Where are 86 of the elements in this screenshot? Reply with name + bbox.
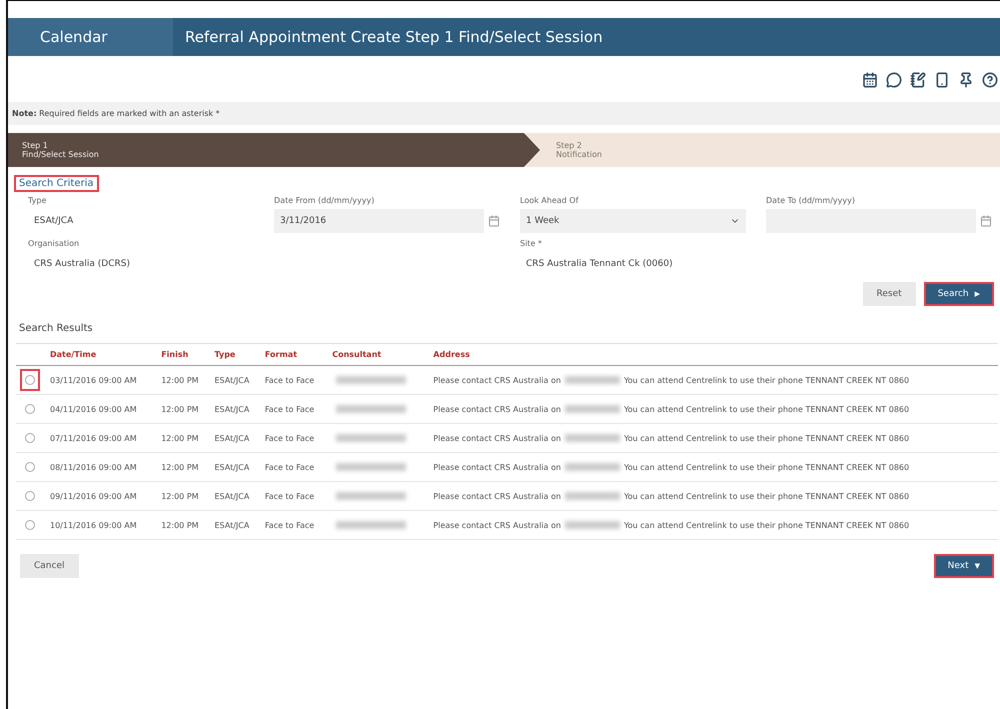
table-cell: Face to Face bbox=[260, 366, 328, 394]
wizard-step: Step 2 Notification bbox=[526, 133, 1000, 167]
address-text: Please contact CRS Australia on bbox=[433, 492, 561, 500]
address-text: You can attend Centrelink to use their phone TENNANT CREEK NT 0860 bbox=[624, 434, 910, 442]
address-text: You can attend Centrelink to use their phone TENNANT CREEK NT 0860 bbox=[624, 376, 910, 384]
help-icon[interactable] bbox=[982, 72, 998, 88]
table-cell: Face to Face bbox=[260, 424, 328, 452]
phone-icon[interactable] bbox=[934, 72, 950, 88]
table-cell: ESAt/JCA bbox=[210, 366, 261, 394]
input-field[interactable]: 3/11/2016 bbox=[274, 209, 484, 233]
radio-button[interactable] bbox=[25, 433, 35, 443]
column-header[interactable]: Consultant bbox=[328, 344, 430, 366]
redacted-text bbox=[336, 521, 406, 530]
app-tab[interactable]: Calendar bbox=[8, 18, 173, 56]
chat-icon[interactable] bbox=[886, 72, 902, 88]
redacted-text bbox=[336, 405, 406, 414]
field-label: Look Ahead Of bbox=[520, 196, 580, 205]
redacted-text bbox=[564, 492, 620, 500]
radio-button[interactable] bbox=[25, 375, 35, 385]
table-cell: Face to Face bbox=[260, 482, 328, 510]
table-cell: 10/11/2016 09:00 AM bbox=[46, 510, 158, 540]
dropdown-field[interactable]: 1 Week bbox=[520, 209, 746, 233]
redacted-text bbox=[336, 463, 406, 472]
table-cell: 12:00 PM bbox=[157, 482, 210, 510]
field-label: Date From (dd/mm/yyyy) bbox=[274, 196, 376, 205]
reset-button[interactable]: Reset bbox=[862, 282, 916, 306]
table-cell: ESAt/JCA bbox=[210, 394, 261, 424]
radio-button[interactable] bbox=[25, 462, 35, 472]
radio-button[interactable] bbox=[25, 404, 35, 414]
table-cell: Face to Face bbox=[260, 452, 328, 482]
radio-button[interactable] bbox=[25, 520, 35, 530]
field-label: Date To (dd/mm/yyyy) bbox=[766, 196, 856, 205]
radio-button[interactable] bbox=[25, 491, 35, 501]
table-cell: Face to Face bbox=[260, 510, 328, 540]
redacted-text bbox=[564, 434, 620, 442]
address-text: Please contact CRS Australia on bbox=[433, 462, 561, 472]
table-cell: ESAt/JCA bbox=[210, 482, 261, 510]
input-field: CRS Australia Tennant Ck (0060) bbox=[520, 252, 992, 276]
calendar-icon[interactable] bbox=[862, 72, 878, 88]
redacted-text bbox=[564, 521, 620, 530]
input-field: ESAt/JCA bbox=[28, 209, 254, 233]
table-cell: ESAt/JCA bbox=[210, 424, 261, 452]
address-text: You can attend Centrelink to use their phone TENNANT CREEK NT 0860 bbox=[624, 404, 910, 414]
table-cell: 12:00 PM bbox=[157, 394, 210, 424]
table-cell: Face to Face bbox=[260, 394, 328, 424]
field-label: Type bbox=[28, 196, 48, 205]
table-cell: 12:00 PM bbox=[157, 424, 210, 452]
table-cell: 08/11/2016 09:00 AM bbox=[46, 452, 158, 482]
field-label: Organisation bbox=[28, 239, 80, 248]
note-text: Note: Required fields are marked with an asterisk * bbox=[8, 102, 1000, 125]
table-cell: ESAt/JCA bbox=[210, 510, 261, 540]
address-text: You can attend Centrelink to use their phone TENNANT CREEK NT 0860 bbox=[624, 492, 910, 500]
address-text: You can attend Centrelink to use their phone TENNANT CREEK NT 0860 bbox=[624, 462, 910, 472]
notebook-icon[interactable] bbox=[910, 72, 926, 88]
page-title: Referral Appointment Create Step 1 Find/Select Session bbox=[184, 28, 603, 46]
input-field: CRS Australia (DCRS) bbox=[28, 252, 500, 276]
wizard-step: Step 1 Find/Select Session bbox=[8, 133, 540, 167]
table-cell: 07/11/2016 09:00 AM bbox=[46, 424, 158, 452]
redacted-text bbox=[336, 492, 406, 500]
field-label: Site * bbox=[520, 239, 543, 248]
redacted-text bbox=[564, 405, 620, 414]
cancel-button[interactable]: Cancel bbox=[20, 554, 78, 578]
table-cell: 12:00 PM bbox=[157, 366, 210, 394]
redacted-text bbox=[336, 376, 406, 384]
column-header[interactable]: Address bbox=[429, 344, 998, 366]
table-cell: 09/11/2016 09:00 AM bbox=[46, 482, 158, 510]
address-text: Please contact CRS Australia on bbox=[433, 520, 561, 530]
redacted-text bbox=[564, 463, 620, 472]
pin-icon[interactable] bbox=[958, 72, 974, 88]
column-header[interactable]: Finish bbox=[157, 344, 210, 366]
address-text: Please contact CRS Australia on bbox=[433, 434, 561, 442]
table-cell: 03/11/2016 09:00 AM bbox=[46, 366, 158, 394]
address-text: Please contact CRS Australia on bbox=[433, 404, 561, 414]
address-text: Please contact CRS Australia on bbox=[433, 376, 561, 384]
redacted-text bbox=[336, 434, 406, 442]
address-text: You can attend Centrelink to use their phone TENNANT CREEK NT 0860 bbox=[624, 520, 910, 530]
section-heading: Search Results bbox=[18, 322, 94, 336]
redacted-text bbox=[564, 376, 620, 384]
table-cell: ESAt/JCA bbox=[210, 452, 261, 482]
table-cell: 12:00 PM bbox=[157, 510, 210, 540]
column-header[interactable]: Format bbox=[260, 344, 328, 366]
section-heading: Search Criteria bbox=[14, 175, 98, 192]
column-header[interactable]: Date/Time bbox=[46, 344, 158, 366]
column-header[interactable]: Type bbox=[210, 344, 261, 366]
table-cell: 12:00 PM bbox=[157, 452, 210, 482]
table-cell: 04/11/2016 09:00 AM bbox=[46, 394, 158, 424]
